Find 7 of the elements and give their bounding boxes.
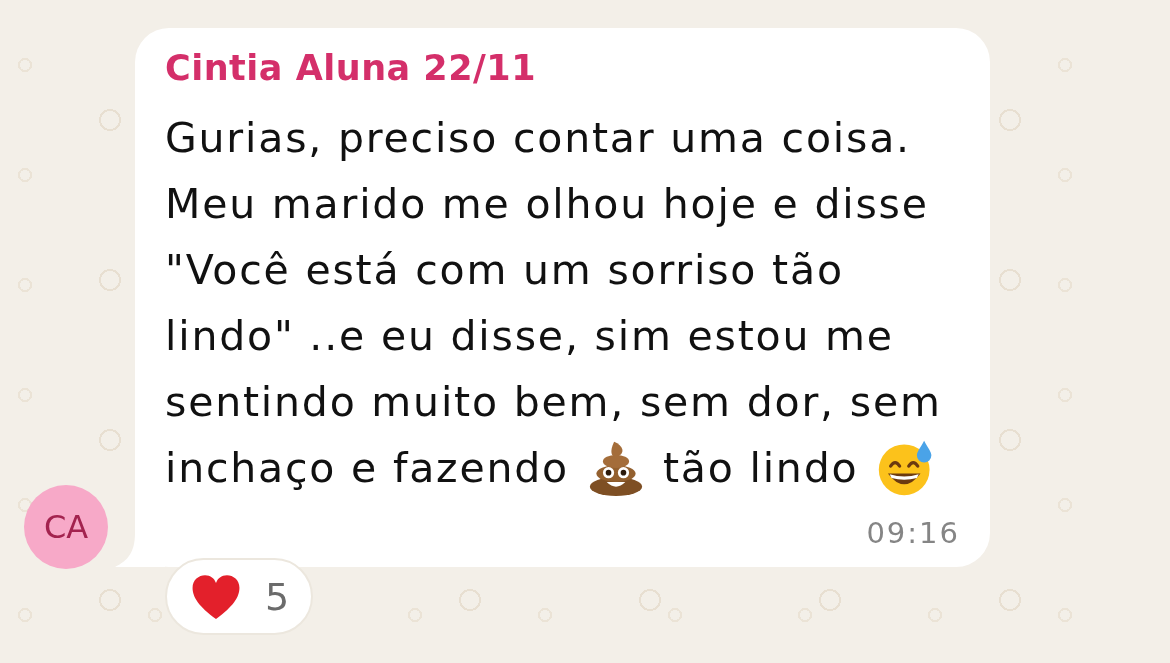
reaction-pill[interactable]: 5 — [165, 558, 314, 635]
avatar[interactable]: CA — [24, 485, 108, 569]
message-text: tão lindo — [662, 443, 859, 494]
message-time: 09:16 — [866, 515, 960, 551]
poop-emoji-icon — [587, 440, 644, 496]
message-text: inchaço e fazendo — [165, 443, 569, 494]
sender-name: Cintia Aluna 22/11 — [165, 47, 537, 90]
